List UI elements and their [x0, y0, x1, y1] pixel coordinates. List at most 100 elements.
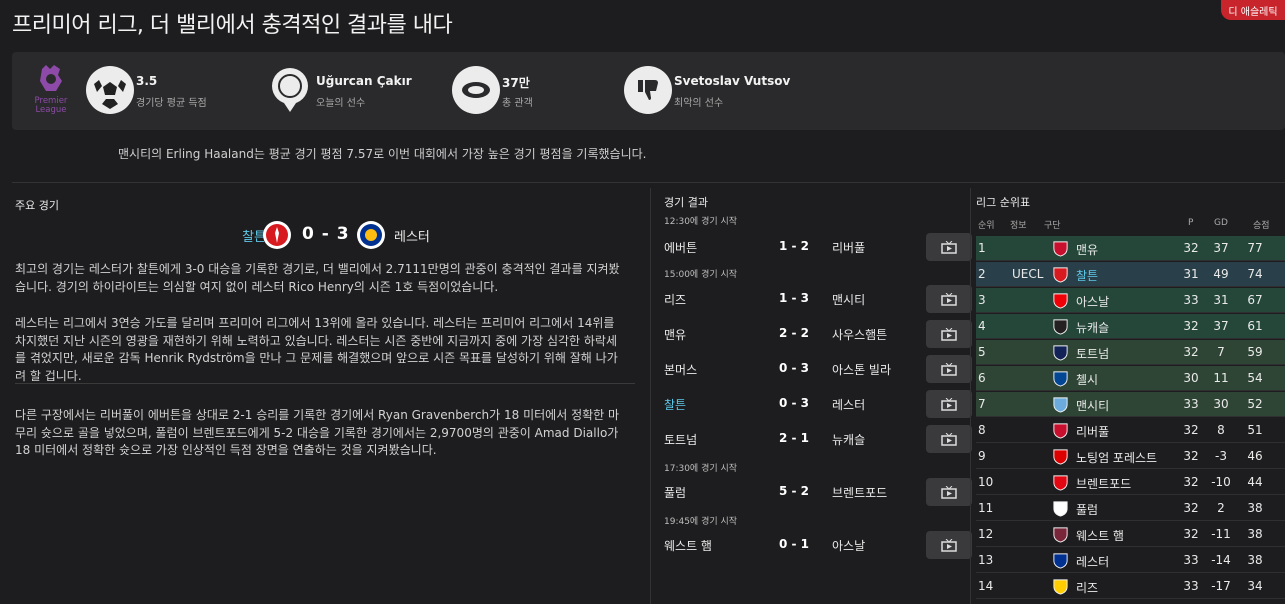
tv-icon — [941, 240, 957, 254]
watch-highlights-button[interactable] — [926, 355, 972, 383]
header-info[interactable]: 정보 — [1010, 218, 1027, 231]
match-row[interactable]: 본머스 0 - 3 아스톤 빌라 — [664, 355, 974, 383]
team-name[interactable]: 리버풀 — [1076, 423, 1109, 440]
table-row[interactable]: 4 뉴캐슬 32 37 61 — [976, 314, 1285, 339]
away-team[interactable]: 뉴캐슬 — [832, 431, 865, 448]
home-team[interactable]: 풀럼 — [664, 484, 686, 501]
watch-highlights-button[interactable] — [926, 390, 972, 418]
points-cell: 34 — [1247, 579, 1263, 593]
table-row[interactable]: 7 맨시티 33 30 52 — [976, 392, 1285, 417]
away-team[interactable]: 맨시티 — [832, 291, 865, 308]
team-name[interactable]: 토트넘 — [1076, 345, 1109, 362]
watch-highlights-button[interactable] — [926, 320, 972, 348]
match-row[interactable]: 맨유 2 - 2 사우스햄튼 — [664, 320, 974, 348]
watch-highlights-button[interactable] — [926, 285, 972, 313]
team-name[interactable]: 맨시티 — [1076, 397, 1109, 414]
club-crest-icon — [1053, 423, 1068, 439]
away-team[interactable]: 브렌트포드 — [832, 484, 887, 501]
page-title: 프리미어 리그, 더 밸리에서 충격적인 결과를 내다 — [12, 13, 453, 38]
team-name[interactable]: 뉴캐슬 — [1076, 319, 1109, 336]
match-row[interactable]: 토트넘 2 - 1 뉴캐슬 — [664, 425, 974, 453]
team-name[interactable]: 노팅엄 포레스트 — [1076, 449, 1157, 466]
table-row[interactable]: 6 첼시 30 11 54 — [976, 366, 1285, 391]
stat-value: Svetoslav Vutsov — [674, 74, 791, 88]
match-row[interactable]: 에버튼 1 - 2 리버풀 — [664, 233, 974, 261]
table-row[interactable]: 12 웨스트 햄 32 -11 38 — [976, 522, 1285, 547]
team-name[interactable]: 웨스트 햄 — [1076, 527, 1124, 544]
match-row[interactable]: 풀럼 5 - 2 브렌트포드 — [664, 478, 974, 506]
logo-text: Premier League — [34, 96, 68, 115]
team-name[interactable]: 찰튼 — [1076, 267, 1098, 284]
header-team[interactable]: 구단 — [1044, 218, 1061, 231]
featured-match[interactable]: 찰튼 0 - 3 레스터 — [12, 220, 636, 250]
kickoff-time: 17:30에 경기 시작 — [664, 464, 738, 474]
stat-label: 최악의 선수 — [674, 98, 724, 109]
team-name[interactable]: 맨유 — [1076, 241, 1098, 258]
table-row[interactable]: 5 토트넘 32 7 59 — [976, 340, 1285, 365]
away-team[interactable]: 아스톤 빌라 — [832, 361, 891, 378]
header-pts[interactable]: 승점 — [1253, 218, 1270, 231]
away-team[interactable]: 아스날 — [832, 537, 865, 554]
table-row[interactable]: 2 UECL 찰튼 31 49 74 — [976, 262, 1285, 287]
goal-difference-cell: 31 — [1213, 293, 1229, 307]
watch-highlights-button[interactable] — [926, 478, 972, 506]
premier-league-logo: Premier League — [34, 63, 68, 119]
table-row[interactable]: 13 레스터 33 -14 38 — [976, 548, 1285, 573]
table-row[interactable]: 11 풀럼 32 2 38 — [976, 496, 1285, 521]
header-p[interactable]: P — [1188, 218, 1193, 228]
club-crest-icon — [1053, 293, 1068, 309]
row-divider — [976, 286, 1285, 287]
tv-icon — [941, 327, 957, 341]
home-team[interactable]: 본머스 — [664, 361, 697, 378]
section-title: 주요 경기 — [15, 199, 59, 212]
match-row[interactable]: 리즈 1 - 3 맨시티 — [664, 285, 974, 313]
home-team[interactable]: 찰튼 — [664, 396, 686, 413]
tv-icon — [941, 538, 957, 552]
stat-value: Uğurcan Çakır — [316, 74, 412, 88]
table-row[interactable]: 10 브렌트포드 32 -10 44 — [976, 470, 1285, 495]
watch-highlights-button[interactable] — [926, 233, 972, 261]
match-score: 1 - 3 — [778, 291, 810, 305]
club-crest-icon — [1053, 553, 1068, 569]
match-row[interactable]: 웨스트 햄 0 - 1 아스날 — [664, 531, 974, 559]
played-cell: 33 — [1183, 579, 1199, 593]
points-cell: 38 — [1247, 501, 1263, 515]
row-divider — [976, 416, 1285, 417]
table-row[interactable]: 1 맨유 32 37 77 — [976, 236, 1285, 261]
tv-icon — [941, 485, 957, 499]
home-team[interactable]: 맨유 — [664, 326, 686, 343]
watch-highlights-button[interactable] — [926, 531, 972, 559]
header-gd[interactable]: GD — [1214, 218, 1228, 228]
away-team[interactable]: 레스터 — [394, 226, 430, 245]
table-row[interactable]: 3 아스날 33 31 67 — [976, 288, 1285, 313]
away-team[interactable]: 레스터 — [832, 396, 865, 413]
table-row[interactable]: 9 노팅엄 포레스트 32 -3 46 — [976, 444, 1285, 469]
team-name[interactable]: 풀럼 — [1076, 501, 1098, 518]
team-name[interactable]: 브렌트포드 — [1076, 475, 1131, 492]
corner-badge[interactable]: 디 애슬레틱 — [1221, 0, 1285, 20]
stadium-icon — [452, 66, 500, 114]
home-team[interactable]: 웨스트 햄 — [664, 537, 712, 554]
table-row[interactable]: 14 리즈 33 -17 34 — [976, 574, 1285, 599]
home-team[interactable]: 리즈 — [664, 291, 686, 308]
home-team[interactable]: 토트넘 — [664, 431, 697, 448]
table-row[interactable]: 8 리버풀 32 8 51 — [976, 418, 1285, 443]
team-name[interactable]: 리즈 — [1076, 579, 1098, 596]
team-name[interactable]: 레스터 — [1076, 553, 1109, 570]
stat-value: 3.5 — [136, 74, 158, 88]
match-score: 2 - 1 — [778, 431, 810, 445]
match-row[interactable]: 찰튼 0 - 3 레스터 — [664, 390, 974, 418]
home-team[interactable]: 에버튼 — [664, 239, 697, 256]
position-cell: 9 — [978, 449, 986, 463]
match-score: 5 - 2 — [778, 484, 810, 498]
away-team[interactable]: 사우스햄튼 — [832, 326, 887, 343]
stat-label: 경기당 평균 득점 — [136, 98, 207, 109]
match-score: 2 - 2 — [778, 326, 810, 340]
row-divider — [976, 572, 1285, 573]
team-name[interactable]: 첼시 — [1076, 371, 1098, 388]
row-divider — [976, 494, 1285, 495]
away-team[interactable]: 리버풀 — [832, 239, 865, 256]
team-name[interactable]: 아스날 — [1076, 293, 1109, 310]
header-pos[interactable]: 순위 — [978, 218, 995, 231]
watch-highlights-button[interactable] — [926, 425, 972, 453]
